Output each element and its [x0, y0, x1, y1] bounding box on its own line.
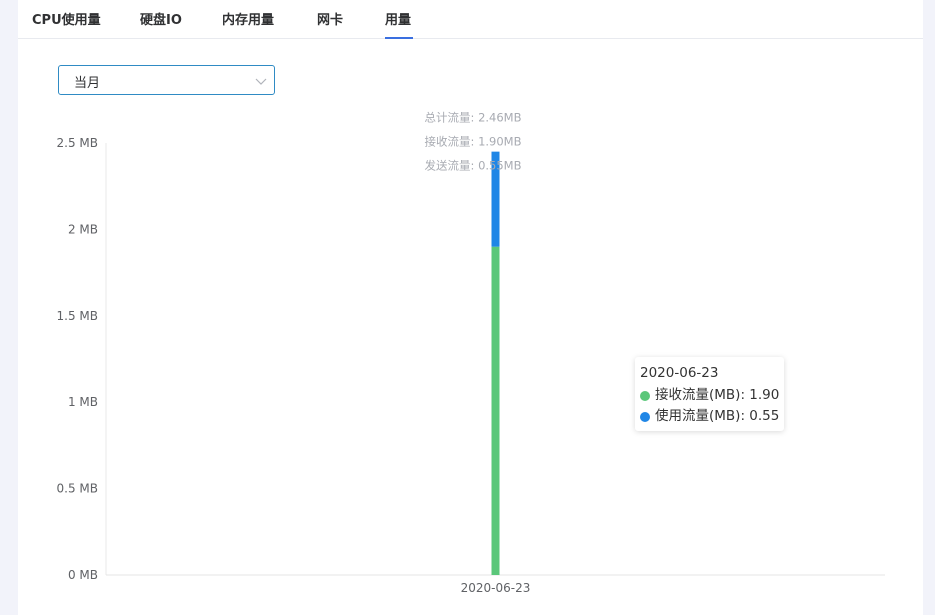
chart-tooltip: 2020-06-23 接收流量(MB): 1.90 使用流量(MB): 0.55 [635, 357, 784, 431]
received-series-dot [640, 390, 650, 401]
bar-received[interactable] [491, 246, 500, 575]
y-tick-label: 0.5 MB [57, 482, 98, 496]
tooltip-row-sent: 使用流量(MB): 0.55 [640, 406, 779, 427]
bar-annotation-label: 发送流量: 0.55MB [425, 159, 522, 173]
bar-annotation-label: 总计流量: 2.46MB [425, 111, 522, 125]
tooltip-row-sent-label: 使用流量(MB): 0.55 [655, 408, 780, 424]
tooltip-title: 2020-06-23 [640, 365, 719, 381]
y-tick-label: 1 MB [68, 395, 98, 409]
y-tick-label: 0 MB [68, 568, 98, 582]
x-tick-label: 2020-06-23 [461, 581, 531, 595]
tooltip-row-received-label: 接收流量(MB): 1.90 [655, 387, 780, 403]
chart-card: CPU使用量 硬盘IO 内存用量 网卡 用量 当月 0 MB 0.5 MB 1 MB… [18, 0, 923, 615]
y-tick-label: 2.5 MB [57, 136, 98, 150]
tooltip-row-received: 接收流量(MB): 1.90 [640, 385, 779, 406]
bar-annotation-label: 接收流量: 1.90MB [425, 135, 522, 149]
y-tick-label: 2 MB [68, 222, 98, 236]
traffic-bar-chart: 0 MB 0.5 MB 1 MB 1.5 MB 2 MB 2.5 MB 2020-06-2… [57, 111, 885, 595]
y-tick-label: 1.5 MB [57, 309, 98, 323]
sent-series-dot [640, 411, 650, 422]
